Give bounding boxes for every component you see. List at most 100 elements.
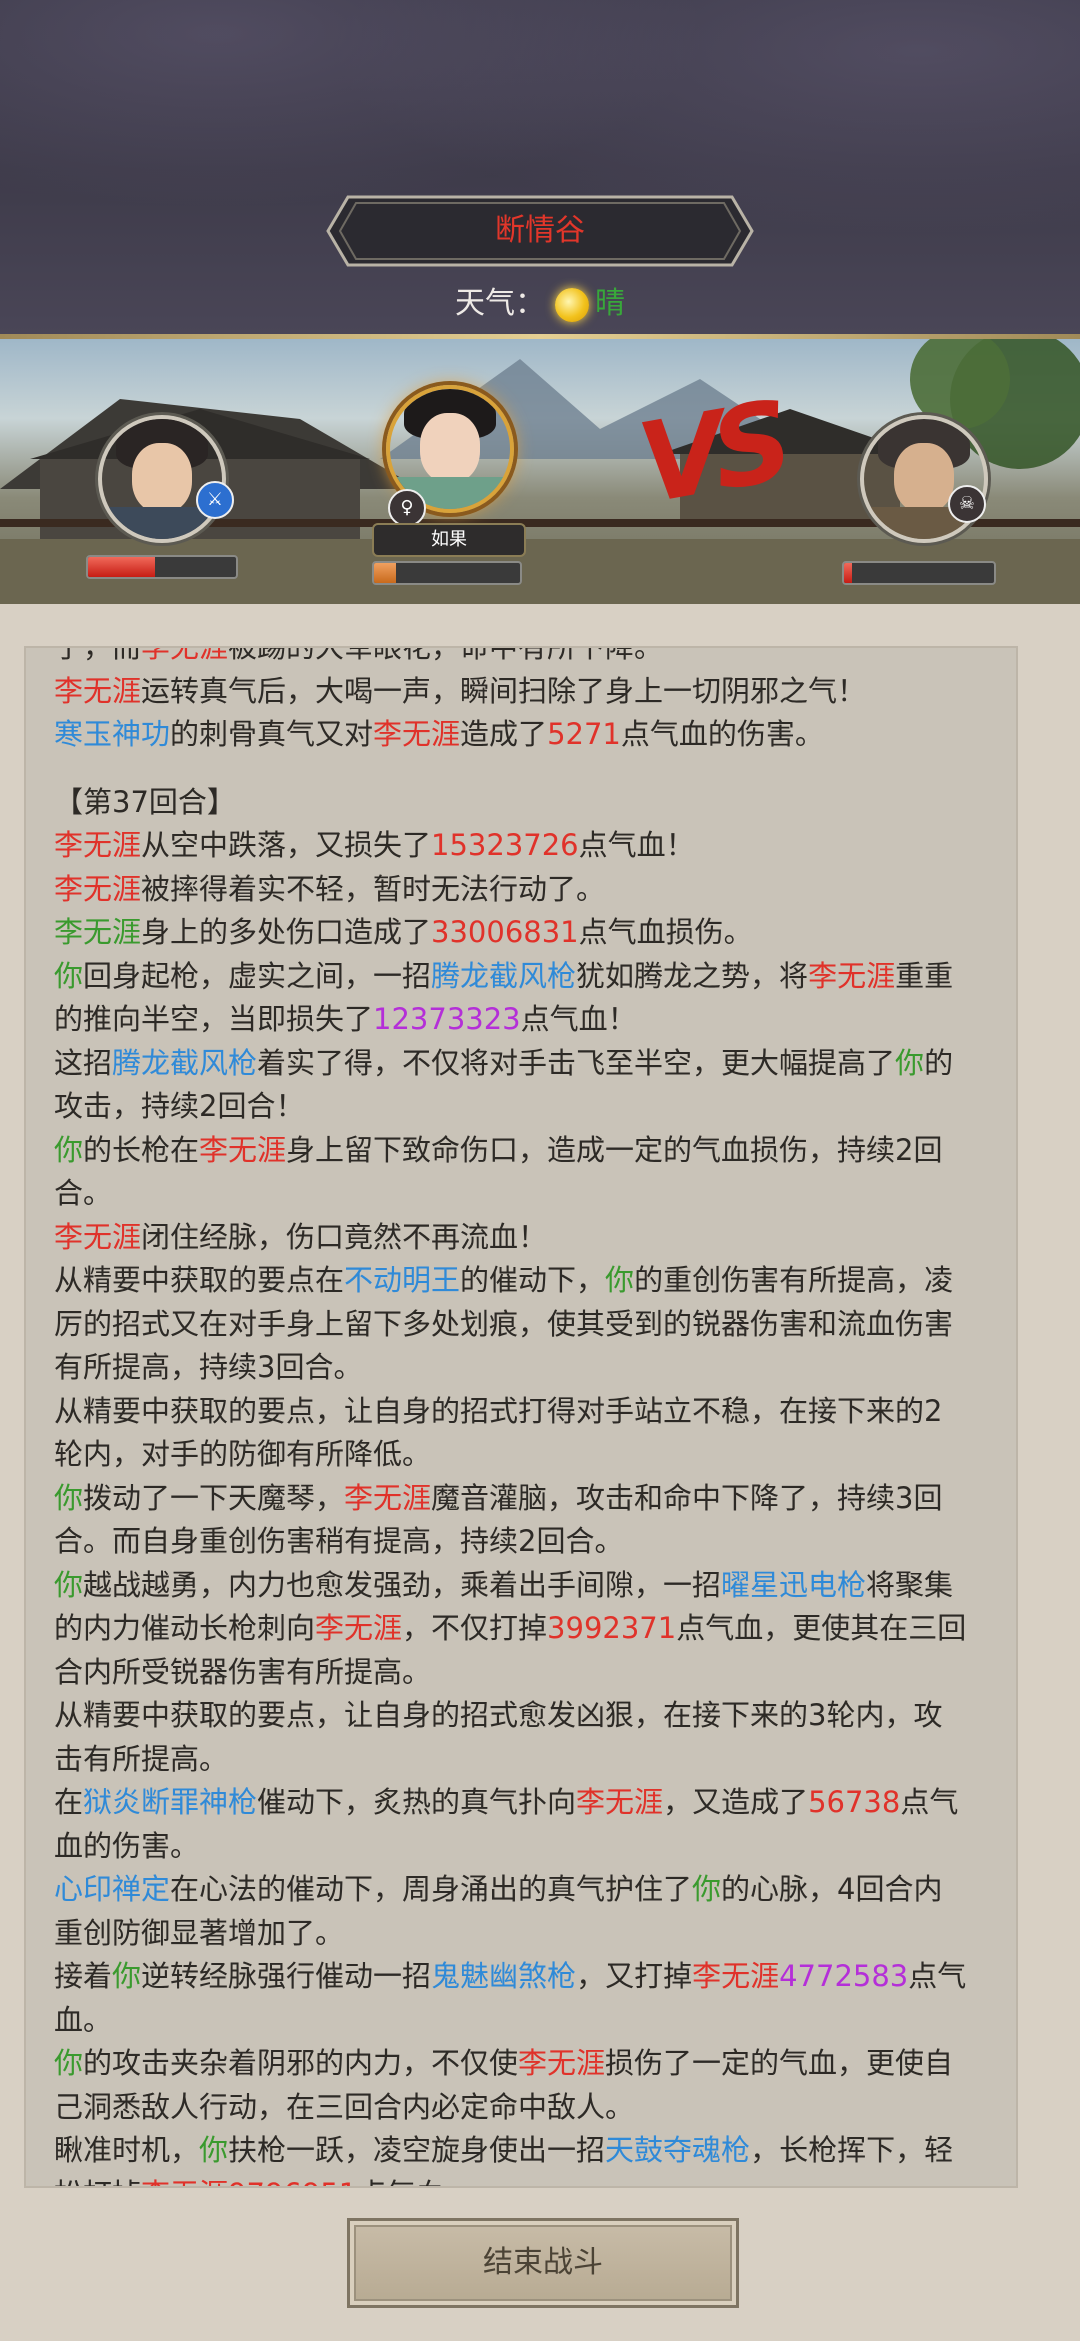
log-line: 血。 [26, 1999, 1016, 2043]
log-highlight: 你 [605, 1263, 635, 1297]
top-header: 断情谷 天气： 晴 [0, 0, 1080, 339]
log-text: 接着 [54, 1959, 113, 1993]
log-highlight: 9796951 [228, 2177, 357, 2187]
log-line: 合。 [26, 1172, 1016, 1216]
log-text: 攻击，持续2回合！ [54, 1089, 305, 1123]
log-line: 从精要中获取的要点，让自身的招式打得对手站立不稳，在接下来的2 [26, 1390, 1016, 1434]
log-line: 攻击，持续2回合！ [26, 1085, 1016, 1129]
log-highlight: 李无涯 [54, 828, 142, 862]
log-highlight: 李无涯 [808, 958, 896, 993]
log-text: 这招 [54, 1045, 113, 1080]
log-text: 的推向半空，当即损失了 [54, 1002, 374, 1036]
log-text: 的刺骨真气又对 [170, 717, 374, 751]
log-highlight: 你 [54, 1567, 84, 1602]
log-text: 被踢的大军眼花，命中有所下降。 [228, 646, 664, 664]
log-highlight: 李无涯 [54, 915, 142, 949]
log-text: 点气血！ [520, 1002, 637, 1036]
log-text: ，不仅打掉 [402, 1611, 548, 1645]
player-portrait[interactable] [98, 415, 226, 543]
log-highlight: 李无涯 [315, 1611, 403, 1645]
log-highlight: 李无涯 [54, 1219, 142, 1254]
log-line: 心印禅定在心法的催动下，周身涌出的真气护住了你的心脉，4回合内 [26, 1868, 1016, 1912]
log-line: 这招腾龙截风枪着实了得，不仅将对手击飞至半空，更大幅提高了你的 [26, 1042, 1016, 1086]
log-text: 点气血的伤害。 [620, 717, 824, 751]
log-text: ，又造成了 [663, 1785, 809, 1819]
log-text: 点气 [908, 1959, 967, 1993]
log-text: 在 [54, 1785, 84, 1819]
log-text: 的内力催动长枪刺向 [54, 1611, 316, 1645]
log-highlight: 腾龙截风枪 [431, 958, 577, 993]
log-highlight: 15323726 [431, 828, 579, 862]
log-text: ，长枪挥下，轻 [750, 2133, 954, 2167]
log-highlight: 你 [54, 1132, 84, 1167]
log-line: 合。而自身重创伤害稍有提高，持续2回合。 [26, 1520, 1016, 1564]
log-text: 合。 [54, 1176, 113, 1210]
log-highlight: 你 [112, 1959, 142, 1993]
log-highlight: 李无涯 [344, 1480, 432, 1515]
log-line: 重创防御显著增加了。 [26, 1912, 1016, 1956]
log-text: 重重 [895, 958, 954, 993]
combat-log-panel[interactable]: 了，而李无涯被踢的大军眼花，命中有所下降。 李无涯运转真气后，大喝一声，瞬间扫除了… [24, 646, 1018, 2188]
log-text: ，又打掉 [576, 1959, 693, 1993]
sun-icon [555, 287, 589, 322]
log-text: 犹如腾龙之势，将 [576, 958, 809, 993]
log-text: 点气 [900, 1785, 959, 1819]
log-highlight: 李无涯 [373, 717, 461, 751]
log-text: 血。 [54, 2002, 113, 2037]
end-battle-button[interactable]: 结束战斗 [347, 2218, 739, 2308]
log-highlight: 李无涯 [54, 673, 142, 708]
enemy-hp-bar [842, 561, 996, 585]
log-text: 合。而自身重创伤害稍有提高，持续2回合。 [54, 1524, 624, 1558]
sword-icon: ⚔ [196, 481, 234, 519]
log-text: 逆转经脉强行催动一招 [141, 1959, 432, 1993]
log-line: 从精要中获取的要点在不动明王的催动下，你的重创伤害有所提高，凌 [26, 1259, 1016, 1303]
log-highlight: 李无涯 [692, 1959, 780, 1993]
log-spacer [26, 757, 1016, 781]
log-text: 点气血 [357, 2177, 444, 2187]
log-highlight: 鬼魅幽煞枪 [431, 1959, 577, 1993]
log-line: 李无涯身上的多处伤口造成了33006831点气血损伤。 [26, 911, 1016, 955]
log-text: 着实了得，不仅将对手击飞至半空，更大幅提高了 [257, 1045, 896, 1080]
log-highlight: 李无涯 [54, 871, 142, 906]
log-line: 接着你逆转经脉强行催动一招鬼魅幽煞枪，又打掉李无涯4772583点气 [26, 1955, 1016, 1999]
weather-value: 晴 [595, 286, 625, 321]
log-text: 损伤了一定的气血，更使自 [605, 2046, 954, 2080]
enemy-hp-fill [844, 563, 852, 583]
log-text: 点气血损伤。 [578, 915, 753, 949]
log-highlight: 李无涯 [141, 646, 229, 664]
log-text: 将聚集 [866, 1567, 954, 1602]
log-text: 的心脉，4回合内 [721, 1872, 943, 1906]
log-text: 的催动下， [460, 1263, 606, 1297]
log-text: 【第37回合】 [54, 784, 236, 819]
log-text: 有所提高，持续3回合。 [54, 1350, 363, 1384]
log-highlight: 不动明王 [344, 1263, 461, 1297]
log-line: 【第37回合】 [26, 781, 1016, 825]
log-highlight: 你 [54, 958, 84, 993]
log-text: 被摔得着实不轻，暂时无法行动了。 [141, 871, 606, 906]
log-highlight: 4772583 [779, 1959, 909, 1993]
log-highlight: 你 [199, 2133, 229, 2167]
log-line: 合内所受锐器伤害有所提高。 [26, 1651, 1016, 1695]
log-text: 点气血，更使其在三回 [676, 1611, 967, 1645]
log-line: 瞅准时机，你扶枪一跃，凌空旋身使出一招天鼓夺魂枪，长枪挥下，轻 [26, 2129, 1016, 2173]
log-highlight: 33006831 [431, 915, 579, 949]
log-line: 李无涯从空中跌落，又损失了15323726点气血！ [26, 824, 1016, 868]
log-line: 的内力催动长枪刺向李无涯，不仅打掉3992371点气血，更使其在三回 [26, 1607, 1016, 1651]
player-hp-fill [88, 557, 155, 577]
log-line: 李无涯运转真气后，大喝一声，瞬间扫除了身上一切阴邪之气！ [26, 670, 1016, 714]
log-highlight: 你 [692, 1872, 722, 1906]
log-highlight: 李无涯 [199, 1132, 287, 1167]
log-highlight: 腾龙截风枪 [112, 1045, 258, 1080]
log-line: 有所提高，持续3回合。 [26, 1346, 1016, 1390]
battle-scene: ⚔ ♀ 如果 VS ☠ [0, 339, 1080, 604]
log-line: 寒玉神功的刺骨真气又对李无涯造成了5271点气血的伤害。 [26, 713, 1016, 757]
log-text: 合内所受锐器伤害有所提高。 [54, 1654, 432, 1689]
log-highlight: 李无涯 [141, 2177, 228, 2187]
combat-log: 了，而李无涯被踢的大军眼花，命中有所下降。 李无涯运转真气后，大喝一声，瞬间扫除了… [26, 646, 1016, 2187]
log-text: 从精要中获取的要点，让自身的招式打得对手站立不稳，在接下来的2 [54, 1393, 943, 1428]
log-text: 厉的招式又在对手身上留下多处划痕，使其受到的锐器伤害和流血伤害 [54, 1306, 954, 1341]
log-highlight: 56738 [808, 1785, 901, 1819]
enemy-portrait[interactable] [860, 415, 988, 543]
log-line: 己洞悉敌人行动，在三回合内必定命中敌人。 [26, 2086, 1016, 2130]
log-line: 你回身起枪，虚实之间，一招腾龙截风枪犹如腾龙之势，将李无涯重重 [26, 955, 1016, 999]
